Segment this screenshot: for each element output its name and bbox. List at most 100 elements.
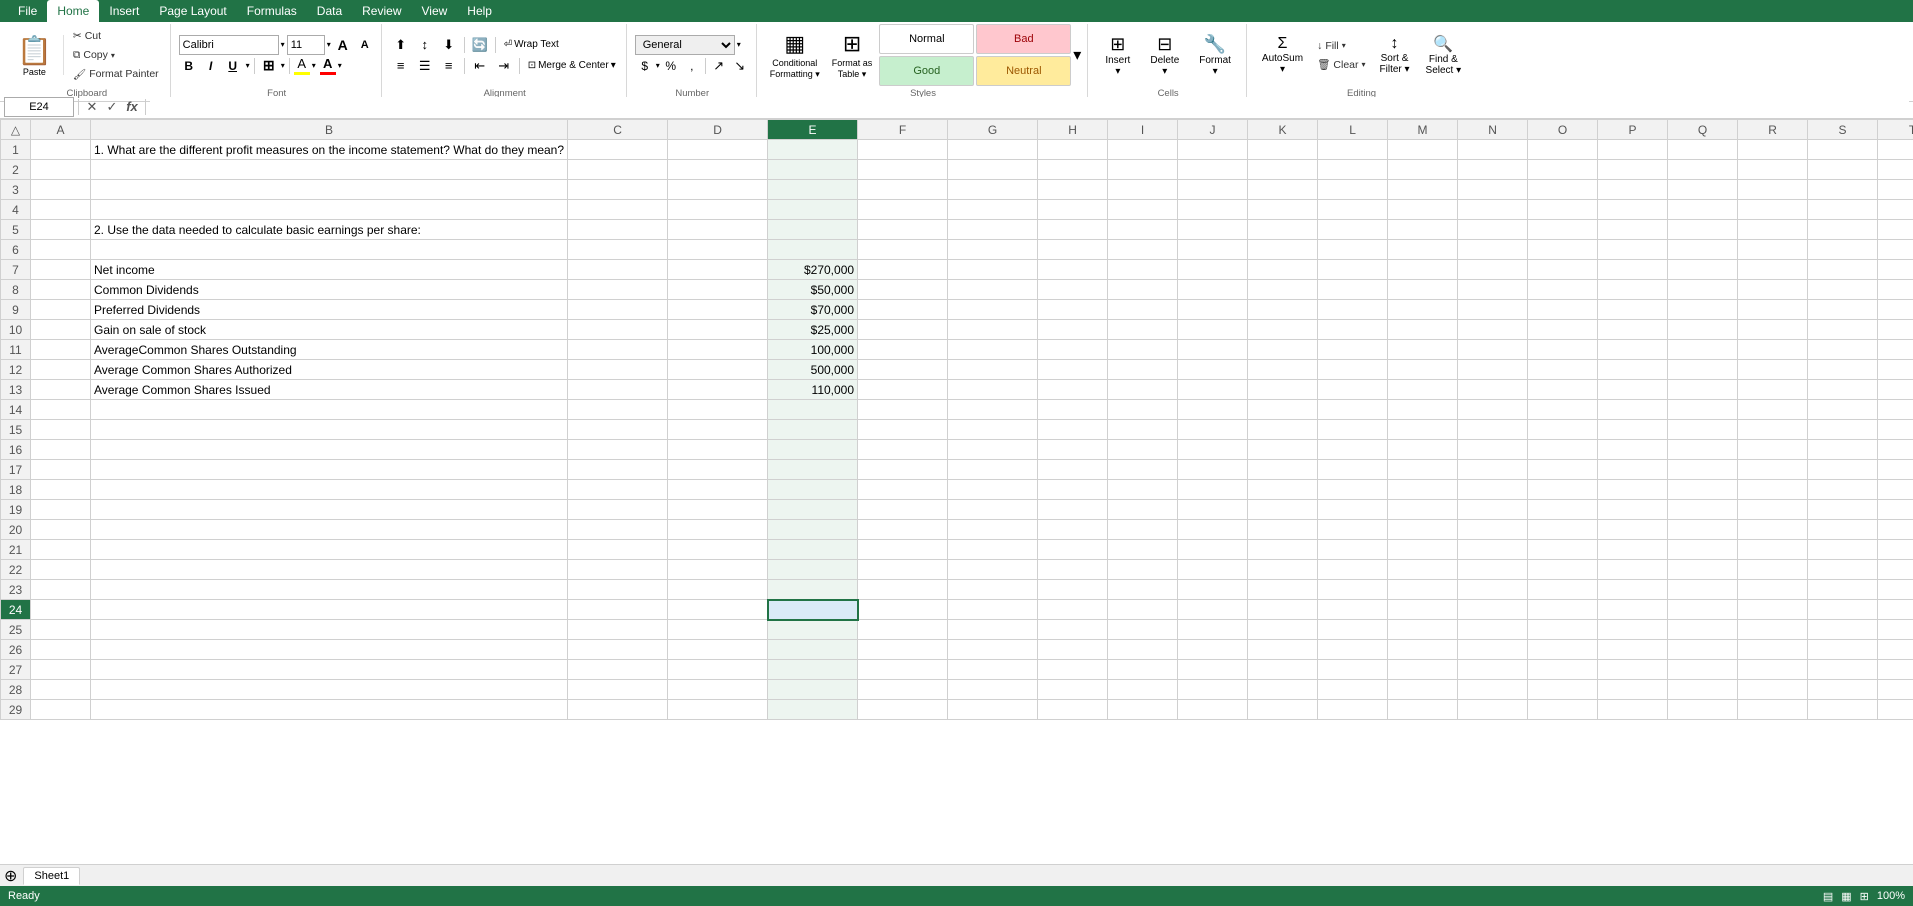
comma-button[interactable]: , xyxy=(682,56,702,76)
cell-T25[interactable] xyxy=(1878,620,1913,640)
cell-G29[interactable] xyxy=(948,700,1038,720)
cell-J13[interactable] xyxy=(1178,380,1248,400)
cell-S21[interactable] xyxy=(1808,540,1878,560)
cell-H13[interactable] xyxy=(1038,380,1108,400)
cell-G19[interactable] xyxy=(948,500,1038,520)
cell-T22[interactable] xyxy=(1878,560,1913,580)
cell-K16[interactable] xyxy=(1248,440,1318,460)
cell-F28[interactable] xyxy=(858,680,948,700)
cell-M6[interactable] xyxy=(1388,240,1458,260)
cell-K20[interactable] xyxy=(1248,520,1318,540)
row-num-10[interactable]: 10 xyxy=(1,320,31,340)
cell-K5[interactable] xyxy=(1248,220,1318,240)
cell-P6[interactable] xyxy=(1598,240,1668,260)
cell-K7[interactable] xyxy=(1248,260,1318,280)
cell-E10[interactable]: $25,000 xyxy=(768,320,858,340)
cell-R9[interactable] xyxy=(1738,300,1808,320)
cell-I13[interactable] xyxy=(1108,380,1178,400)
col-header-O[interactable]: O xyxy=(1528,120,1598,140)
copy-button[interactable]: ⧉ Copy ▾ xyxy=(68,46,164,64)
cell-P24[interactable] xyxy=(1598,600,1668,620)
cell-I25[interactable] xyxy=(1108,620,1178,640)
format-dropdown[interactable]: ▾ xyxy=(1213,66,1218,77)
currency-button[interactable]: $ xyxy=(635,56,655,76)
col-header-L[interactable]: L xyxy=(1318,120,1388,140)
cell-D29[interactable] xyxy=(668,700,768,720)
cell-P13[interactable] xyxy=(1598,380,1668,400)
row-num-13[interactable]: 13 xyxy=(1,380,31,400)
cell-N10[interactable] xyxy=(1458,320,1528,340)
cell-T11[interactable] xyxy=(1878,340,1913,360)
cell-M16[interactable] xyxy=(1388,440,1458,460)
col-header-B[interactable]: B xyxy=(91,120,568,140)
cell-O5[interactable] xyxy=(1528,220,1598,240)
cell-E24[interactable] xyxy=(768,600,858,620)
cell-F18[interactable] xyxy=(858,480,948,500)
cell-R15[interactable] xyxy=(1738,420,1808,440)
cell-Q12[interactable] xyxy=(1668,360,1738,380)
cell-B7[interactable]: Net income xyxy=(91,260,568,280)
cell-K25[interactable] xyxy=(1248,620,1318,640)
cell-R28[interactable] xyxy=(1738,680,1808,700)
cell-E7[interactable]: $270,000 xyxy=(768,260,858,280)
cell-J12[interactable] xyxy=(1178,360,1248,380)
cell-D21[interactable] xyxy=(668,540,768,560)
indent-inc-button[interactable]: ⇥ xyxy=(493,56,515,76)
cell-D27[interactable] xyxy=(668,660,768,680)
cell-B9[interactable]: Preferred Dividends xyxy=(91,300,568,320)
cell-K18[interactable] xyxy=(1248,480,1318,500)
cell-L2[interactable] xyxy=(1318,160,1388,180)
cell-L3[interactable] xyxy=(1318,180,1388,200)
cell-Q6[interactable] xyxy=(1668,240,1738,260)
cell-S3[interactable] xyxy=(1808,180,1878,200)
cell-B28[interactable] xyxy=(91,680,568,700)
insert-dropdown[interactable]: ▾ xyxy=(1115,66,1120,77)
row-num-5[interactable]: 5 xyxy=(1,220,31,240)
cell-G25[interactable] xyxy=(948,620,1038,640)
cell-I10[interactable] xyxy=(1108,320,1178,340)
cell-C26[interactable] xyxy=(568,640,668,660)
cell-Q29[interactable] xyxy=(1668,700,1738,720)
cell-P20[interactable] xyxy=(1598,520,1668,540)
cell-C21[interactable] xyxy=(568,540,668,560)
number-format-select[interactable]: General xyxy=(635,35,735,55)
cell-P3[interactable] xyxy=(1598,180,1668,200)
cell-G23[interactable] xyxy=(948,580,1038,600)
font-color-button[interactable]: A xyxy=(320,56,336,75)
col-header-I[interactable]: I xyxy=(1108,120,1178,140)
cell-A15[interactable] xyxy=(31,420,91,440)
cell-F25[interactable] xyxy=(858,620,948,640)
cell-F14[interactable] xyxy=(858,400,948,420)
cell-H21[interactable] xyxy=(1038,540,1108,560)
cell-M22[interactable] xyxy=(1388,560,1458,580)
cell-C8[interactable] xyxy=(568,280,668,300)
cell-I20[interactable] xyxy=(1108,520,1178,540)
col-header-A[interactable]: A xyxy=(31,120,91,140)
cell-H12[interactable] xyxy=(1038,360,1108,380)
cell-B8[interactable]: Common Dividends xyxy=(91,280,568,300)
cell-H1[interactable] xyxy=(1038,140,1108,160)
cell-O4[interactable] xyxy=(1528,200,1598,220)
cell-Q5[interactable] xyxy=(1668,220,1738,240)
cell-O29[interactable] xyxy=(1528,700,1598,720)
cell-I1[interactable] xyxy=(1108,140,1178,160)
cell-T21[interactable] xyxy=(1878,540,1913,560)
cell-C17[interactable] xyxy=(568,460,668,480)
row-num-24[interactable]: 24 xyxy=(1,600,31,620)
row-num-1[interactable]: 1 xyxy=(1,140,31,160)
cell-R20[interactable] xyxy=(1738,520,1808,540)
cell-O28[interactable] xyxy=(1528,680,1598,700)
borders-button[interactable]: ⊞ xyxy=(259,56,279,76)
cell-K17[interactable] xyxy=(1248,460,1318,480)
cell-B13[interactable]: Average Common Shares Issued xyxy=(91,380,568,400)
cell-D3[interactable] xyxy=(668,180,768,200)
cell-G2[interactable] xyxy=(948,160,1038,180)
cell-T15[interactable] xyxy=(1878,420,1913,440)
cell-J11[interactable] xyxy=(1178,340,1248,360)
cell-C29[interactable] xyxy=(568,700,668,720)
cell-O13[interactable] xyxy=(1528,380,1598,400)
cell-L8[interactable] xyxy=(1318,280,1388,300)
cell-G5[interactable] xyxy=(948,220,1038,240)
cell-J15[interactable] xyxy=(1178,420,1248,440)
status-view-page[interactable]: ⊞ xyxy=(1860,890,1869,903)
